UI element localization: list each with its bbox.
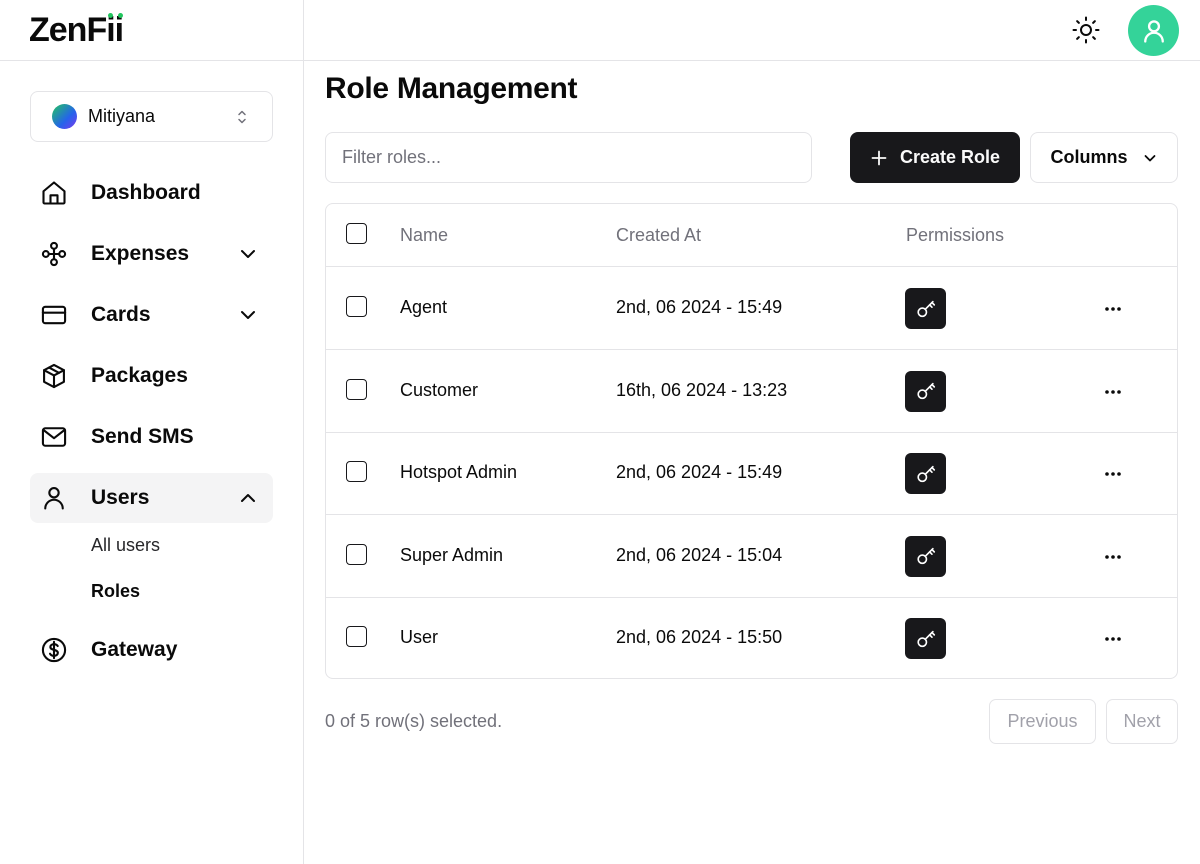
home-icon	[42, 181, 66, 205]
role-name: User	[400, 627, 439, 647]
table-header: Name Created At Permissions	[326, 204, 1177, 267]
more-horizontal-icon	[1105, 389, 1121, 394]
row-checkbox[interactable]	[346, 296, 367, 317]
sidebar: ZenF ii Mitiyana Dashboard Expenses Cards…	[0, 0, 304, 864]
chevron-down-icon	[1144, 154, 1155, 161]
sidebar-item-label: Dashboard	[91, 181, 201, 204]
logo-dot	[108, 12, 114, 18]
more-horizontal-icon	[1105, 307, 1121, 311]
chevron-down-icon	[241, 311, 255, 319]
sidebar-item-label: Send SMS	[91, 425, 194, 448]
row-actions-button[interactable]	[1096, 462, 1130, 486]
columns-dropdown-button[interactable]: Columns	[1030, 132, 1178, 183]
row-actions-button[interactable]	[1096, 545, 1130, 569]
chevron-up-icon	[241, 494, 255, 502]
role-name: Super Admin	[400, 544, 504, 565]
row-checkbox[interactable]	[346, 461, 367, 482]
table-row: User 2nd, 06 2024 - 15:50	[326, 598, 1177, 678]
logo-bar: ZenF ii	[0, 0, 303, 61]
previous-page-button[interactable]: Previous	[989, 699, 1096, 744]
org-switcher[interactable]: Mitiyana	[30, 91, 273, 142]
sidebar-item-expenses[interactable]: Expenses	[30, 229, 273, 279]
workflow-icon	[41, 241, 67, 267]
sidebar-item-send-sms[interactable]: Send SMS	[30, 412, 273, 462]
sidebar-item-packages[interactable]: Packages	[30, 351, 273, 401]
sidebar-item-users[interactable]: Users	[30, 473, 273, 523]
role-created-at: 16th, 06 2024 - 13:23	[616, 379, 788, 400]
table-row: Agent 2nd, 06 2024 - 15:49	[326, 268, 1177, 350]
more-horizontal-icon	[1105, 637, 1121, 641]
select-all-checkbox[interactable]	[346, 223, 367, 244]
column-header-created-at[interactable]: Created At	[616, 225, 701, 246]
chevron-down-icon	[241, 250, 255, 258]
role-name: Hotspot Admin	[400, 462, 518, 482]
row-actions-button[interactable]	[1096, 297, 1130, 321]
create-role-button[interactable]: Create Role	[850, 132, 1020, 183]
mail-icon	[41, 427, 67, 447]
user-avatar[interactable]	[1128, 5, 1179, 56]
sidebar-item-label: Cards	[91, 303, 151, 326]
table-row: Hotspot Admin 2nd, 06 2024 - 15:49	[326, 433, 1177, 515]
key-icon	[916, 465, 935, 482]
more-horizontal-icon	[1105, 554, 1121, 559]
dollar-circle-icon	[41, 637, 67, 663]
logo-dot	[118, 12, 124, 18]
columns-label: Columns	[1050, 147, 1128, 167]
sun-icon	[1072, 16, 1100, 44]
key-icon	[916, 300, 935, 317]
row-actions-button[interactable]	[1096, 380, 1130, 404]
sidebar-item-dashboard[interactable]: Dashboard	[30, 168, 273, 218]
next-page-button[interactable]: Next	[1106, 699, 1178, 744]
role-created-at: 2nd, 06 2024 - 15:04	[616, 544, 783, 565]
page-title: Role Management	[325, 72, 578, 105]
sidebar-item-label: Packages	[91, 364, 188, 387]
user-icon	[44, 487, 64, 510]
permissions-button[interactable]	[905, 618, 946, 659]
selection-count: 0 of 5 row(s) selected.	[325, 711, 503, 731]
row-checkbox[interactable]	[346, 378, 367, 400]
permissions-button[interactable]	[905, 453, 946, 494]
column-header-permissions[interactable]: Permissions	[906, 225, 1004, 246]
sidebar-item-cards[interactable]: Cards	[30, 290, 273, 340]
key-icon	[916, 630, 935, 647]
credit-card-icon	[41, 305, 67, 325]
org-avatar	[52, 104, 77, 129]
role-created-at: 2nd, 06 2024 - 15:49	[616, 462, 783, 482]
sidebar-item-label: Gateway	[91, 638, 178, 661]
permissions-button[interactable]	[905, 535, 946, 577]
plus-icon	[871, 150, 887, 165]
sidebar-subitem-roles[interactable]: Roles	[91, 581, 140, 602]
table-row: Super Admin 2nd, 06 2024 - 15:04	[326, 516, 1177, 598]
role-created-at: 2nd, 06 2024 - 15:50	[616, 627, 783, 647]
brand-name-main: ZenF	[29, 10, 107, 49]
table-row: Customer 16th, 06 2024 - 13:23	[326, 351, 1177, 433]
column-header-name[interactable]: Name	[400, 225, 448, 246]
org-name: Mitiyana	[88, 106, 156, 126]
more-horizontal-icon	[1105, 472, 1121, 476]
chevrons-up-down-icon	[238, 110, 246, 124]
row-checkbox[interactable]	[346, 626, 367, 647]
permissions-button[interactable]	[905, 288, 946, 329]
package-icon	[43, 363, 65, 389]
roles-table: Name Created At Permissions Agent 2nd, 06…	[325, 203, 1178, 679]
sidebar-item-label: Expenses	[91, 242, 190, 265]
top-bar	[304, 0, 1200, 61]
row-actions-button[interactable]	[1096, 627, 1130, 651]
sidebar-item-label: Users	[91, 486, 150, 509]
create-role-label: Create Role	[899, 147, 1001, 167]
key-icon	[916, 382, 935, 400]
user-icon	[1143, 19, 1164, 43]
role-name: Customer	[400, 379, 479, 400]
key-icon	[916, 547, 935, 565]
filter-roles-input[interactable]	[325, 132, 812, 183]
brand-name-tail: ii	[106, 10, 124, 49]
row-checkbox[interactable]	[346, 543, 367, 565]
sidebar-subitem-all-users[interactable]: All users	[91, 535, 160, 556]
sidebar-item-gateway[interactable]: Gateway	[30, 625, 273, 675]
role-name: Agent	[400, 297, 448, 317]
theme-toggle-button[interactable]	[1071, 15, 1101, 45]
role-created-at: 2nd, 06 2024 - 15:49	[616, 297, 783, 317]
permissions-button[interactable]	[905, 370, 946, 412]
brand-logo[interactable]: ZenF ii	[29, 10, 124, 50]
